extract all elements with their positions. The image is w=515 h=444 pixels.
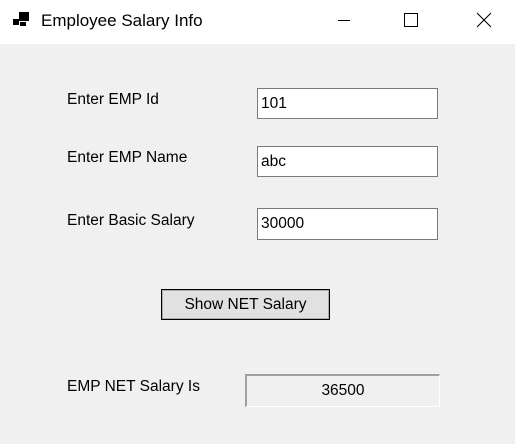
app-icon [12, 11, 30, 29]
minimize-button[interactable] [321, 0, 367, 44]
close-icon [476, 12, 492, 33]
window-title: Employee Salary Info [41, 11, 203, 30]
emp-name-label: Enter EMP Name [67, 149, 188, 166]
employee-salary-window: Employee Salary Info Enter EMP Id 101 En… [0, 0, 515, 444]
basic-salary-label: Enter Basic Salary [67, 212, 195, 229]
maximize-icon [403, 12, 419, 33]
emp-id-label: Enter EMP Id [67, 91, 159, 108]
net-salary-label: EMP NET Salary Is [67, 378, 200, 395]
minimize-icon [337, 13, 351, 32]
net-salary-output: 36500 [245, 374, 440, 407]
basic-salary-input[interactable] [257, 208, 438, 240]
title-bar[interactable]: Employee Salary Info [0, 0, 515, 44]
close-button[interactable] [461, 0, 507, 44]
emp-name-input[interactable] [257, 146, 438, 177]
emp-id-input[interactable] [257, 88, 438, 119]
show-net-salary-button[interactable]: Show NET Salary [161, 289, 330, 320]
maximize-button[interactable] [388, 0, 434, 44]
